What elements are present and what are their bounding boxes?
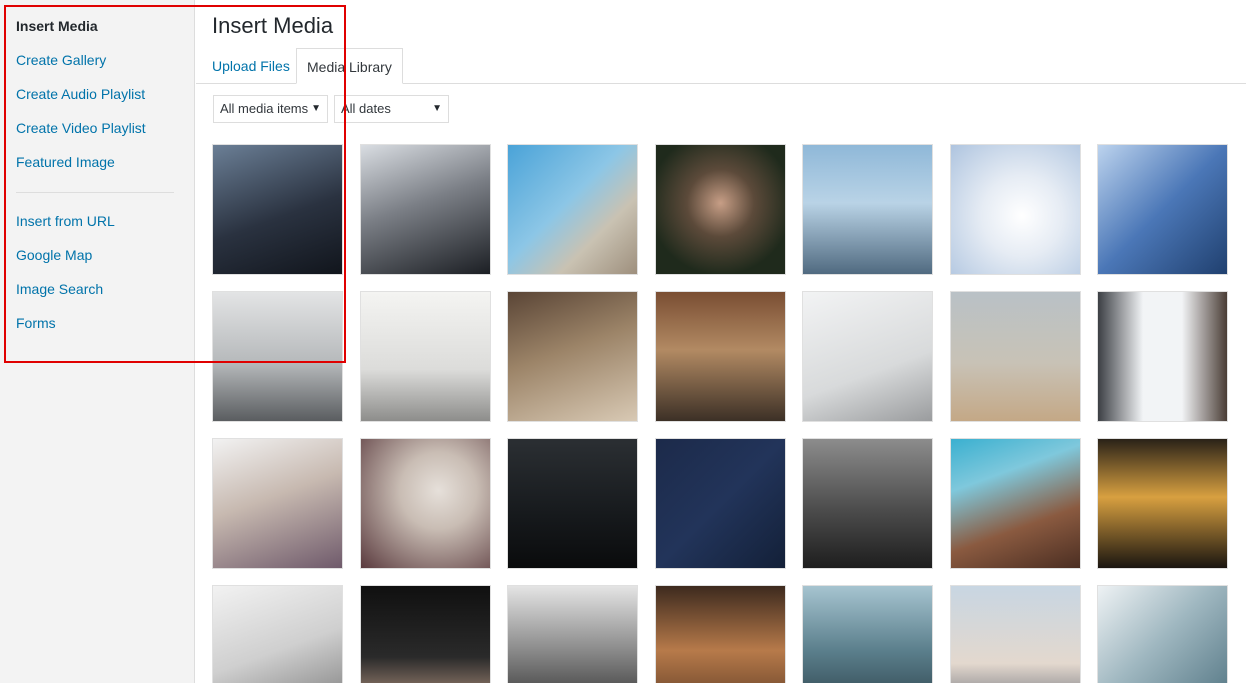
sidebar-item-featured-image[interactable]: Featured Image xyxy=(16,152,174,186)
thumb-headphones[interactable] xyxy=(802,291,933,422)
thumb-dark-tower[interactable] xyxy=(507,438,638,569)
date-filter[interactable]: All dates ▼ xyxy=(334,95,449,123)
page-title: Insert Media xyxy=(212,13,334,38)
thumb-chair[interactable] xyxy=(950,291,1081,422)
thumb-glass-building[interactable] xyxy=(1097,585,1228,683)
media-type-filter-value: All media items xyxy=(220,101,309,116)
thumb-woman-desk[interactable] xyxy=(212,438,343,569)
thumb-city-dusk[interactable] xyxy=(950,585,1081,683)
sidebar-item-create-video-playlist[interactable]: Create Video Playlist xyxy=(16,118,174,152)
thumb-elevator[interactable] xyxy=(212,291,343,422)
sidebar-separator xyxy=(16,192,174,193)
tab-upload-files[interactable]: Upload Files xyxy=(202,48,300,83)
tab-media-library[interactable]: Media Library xyxy=(296,48,403,84)
sidebar-item-image-search[interactable]: Image Search xyxy=(16,279,174,313)
media-grid xyxy=(212,144,1246,683)
thumb-laptop-desk[interactable] xyxy=(507,291,638,422)
thumb-building-sky[interactable] xyxy=(507,144,638,275)
thumb-businessman-folder[interactable] xyxy=(950,144,1081,275)
thumb-blonde-woman[interactable] xyxy=(360,438,491,569)
thumb-woman-portrait[interactable] xyxy=(655,144,786,275)
thumb-man-by-water[interactable] xyxy=(802,585,933,683)
thumb-skyscrapers-up[interactable] xyxy=(1097,291,1228,422)
sidebar-item-create-gallery[interactable]: Create Gallery xyxy=(16,50,174,84)
thumb-riot-police[interactable] xyxy=(802,438,933,569)
thumb-typing-hands[interactable] xyxy=(360,585,491,683)
thumb-glass-tower[interactable] xyxy=(1097,144,1228,275)
sidebar-menu: Insert Media Create Gallery Create Audio… xyxy=(16,16,174,347)
sidebar-item-google-map[interactable]: Google Map xyxy=(16,245,174,279)
sidebar-item-forms[interactable]: Forms xyxy=(16,313,174,347)
thumb-library-hall[interactable] xyxy=(655,291,786,422)
thumb-brown-tower[interactable] xyxy=(950,438,1081,569)
sidebar-item-insert-from-url[interactable]: Insert from URL xyxy=(16,211,174,245)
chevron-down-icon: ▼ xyxy=(432,103,442,114)
sidebar-item-insert-media[interactable]: Insert Media xyxy=(16,16,174,50)
thumb-lit-windows[interactable] xyxy=(1097,438,1228,569)
media-tabs: Upload Files Media Library xyxy=(196,48,1246,84)
date-filter-value: All dates xyxy=(341,101,391,116)
media-sidebar: Insert Media Create Gallery Create Audio… xyxy=(0,0,195,683)
thumb-computer-screen[interactable] xyxy=(212,585,343,683)
thumb-navy-flatlay[interactable] xyxy=(655,438,786,569)
thumb-white-office[interactable] xyxy=(360,291,491,422)
thumb-two-men-talking[interactable] xyxy=(360,144,491,275)
thumb-couple-laughing[interactable] xyxy=(507,585,638,683)
thumb-man-city[interactable] xyxy=(802,144,933,275)
chevron-down-icon: ▼ xyxy=(311,103,321,114)
media-type-filter[interactable]: All media items ▼ xyxy=(213,95,328,123)
sidebar-item-create-audio-playlist[interactable]: Create Audio Playlist xyxy=(16,84,174,118)
thumb-forest-woman[interactable] xyxy=(655,585,786,683)
thumb-people-window[interactable] xyxy=(212,144,343,275)
